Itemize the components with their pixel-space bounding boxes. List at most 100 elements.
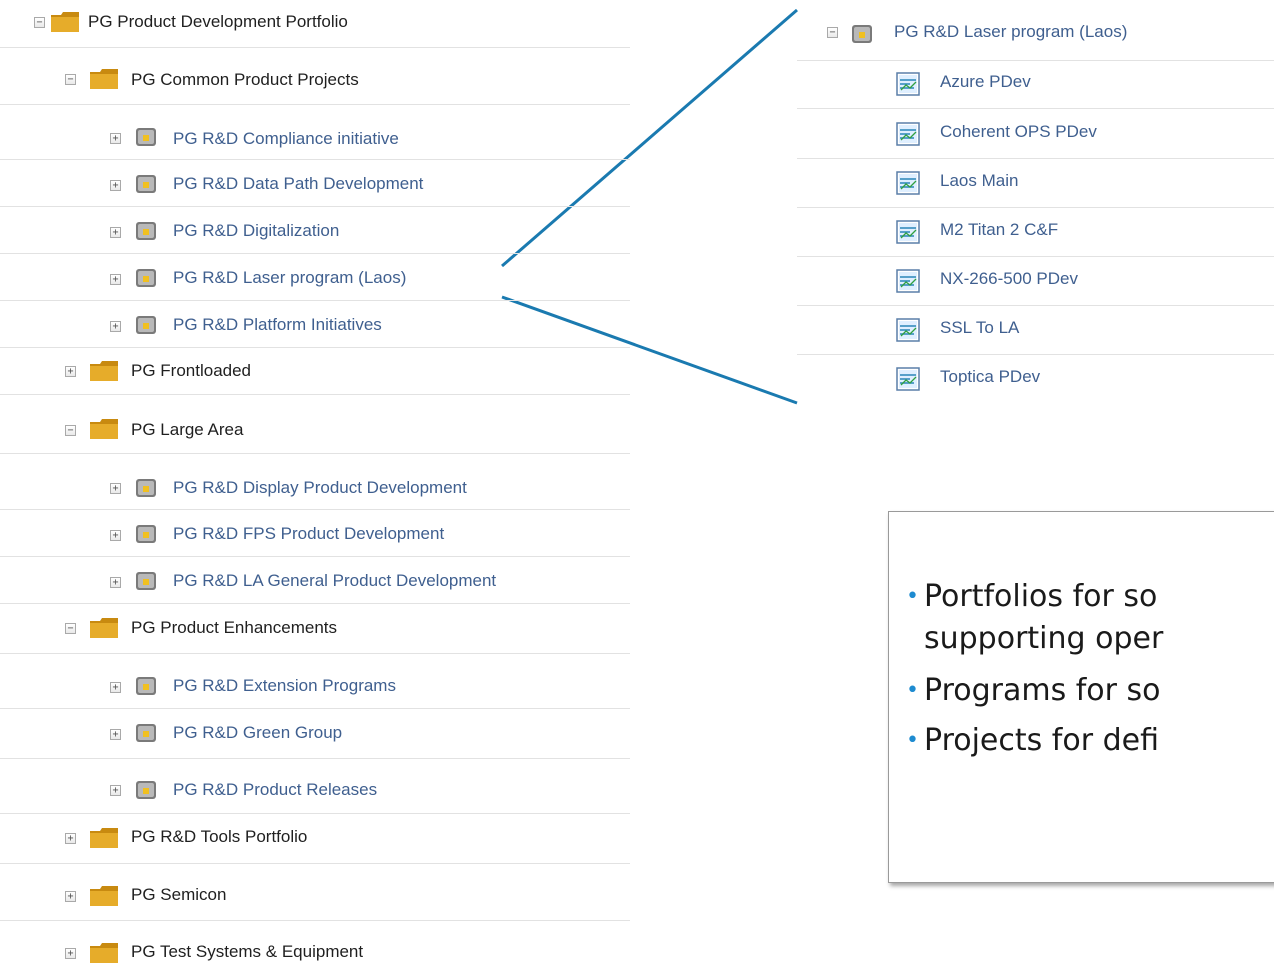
tree-row[interactable]: + PG R&D Display Product Development: [0, 465, 630, 510]
program-briefcase-icon: [136, 677, 156, 695]
bullet-dot-icon: •: [906, 678, 919, 703]
program-briefcase-icon: [852, 25, 872, 43]
tree-row[interactable]: + PG R&D Platform Initiatives: [0, 303, 630, 348]
tree-row[interactable]: + PG R&D Extension Programs: [0, 664, 630, 709]
project-label[interactable]: M2 Titan 2 C&F: [940, 220, 1058, 240]
project-row[interactable]: SSL To LA: [797, 306, 1274, 355]
project-label[interactable]: Azure PDev: [940, 72, 1031, 92]
project-label[interactable]: SSL To LA: [940, 318, 1019, 338]
project-plan-icon: [896, 367, 920, 391]
collapse-icon[interactable]: −: [65, 74, 76, 85]
portfolio-folder-icon: [90, 886, 118, 906]
collapse-icon[interactable]: −: [65, 623, 76, 634]
tree-row[interactable]: + PG R&D FPS Product Development: [0, 512, 630, 557]
tree-row[interactable]: + PG R&D Laser program (Laos): [0, 256, 630, 301]
callout-text: Projects for defi: [924, 723, 1159, 758]
portfolio-folder-icon: [90, 419, 118, 439]
tree-label[interactable]: PG Product Enhancements: [131, 618, 337, 638]
tree-label[interactable]: PG Product Development Portfolio: [88, 12, 348, 32]
expand-icon[interactable]: +: [110, 321, 121, 332]
tree-row[interactable]: − PG Common Product Projects: [0, 57, 630, 105]
tree-label[interactable]: PG R&D Green Group: [173, 723, 342, 743]
tree-row[interactable]: + PG R&D Product Releases: [0, 767, 630, 814]
expand-icon[interactable]: +: [110, 530, 121, 541]
program-briefcase-icon: [136, 781, 156, 799]
project-plan-icon: [896, 318, 920, 342]
program-briefcase-icon: [136, 175, 156, 193]
expand-icon[interactable]: +: [110, 180, 121, 191]
legend-callout: • Portfolios for so supporting oper • Prog…: [888, 511, 1274, 883]
project-row[interactable]: Azure PDev: [797, 60, 1274, 109]
program-briefcase-icon: [136, 222, 156, 240]
tree-row[interactable]: − PG Product Enhancements: [0, 606, 630, 654]
tree-label[interactable]: PG Frontloaded: [131, 361, 251, 381]
tree-row[interactable]: + PG R&D Compliance initiative: [0, 115, 630, 160]
collapse-icon[interactable]: −: [34, 17, 45, 28]
portfolio-folder-icon: [90, 618, 118, 638]
tree-label[interactable]: PG R&D Display Product Development: [173, 478, 467, 498]
expand-icon[interactable]: +: [110, 729, 121, 740]
expand-icon[interactable]: +: [110, 133, 121, 144]
callout-text: Portfolios for so: [924, 579, 1158, 614]
expand-icon[interactable]: +: [110, 785, 121, 796]
callout-bullet: • Programs for so: [906, 670, 1163, 712]
tree-label[interactable]: PG R&D Compliance initiative: [173, 129, 399, 149]
tree-row[interactable]: + PG R&D Green Group: [0, 711, 630, 759]
tree-row[interactable]: + PG Semicon: [0, 873, 630, 921]
tree-label[interactable]: PG R&D Laser program (Laos): [173, 268, 406, 288]
detail-program-row[interactable]: − PG R&D Laser program (Laos): [797, 10, 1274, 61]
tree-label[interactable]: PG R&D Product Releases: [173, 780, 377, 800]
tree-label[interactable]: PG R&D Data Path Development: [173, 174, 423, 194]
tree-label[interactable]: PG R&D LA General Product Development: [173, 571, 496, 591]
expand-icon[interactable]: +: [110, 682, 121, 693]
expand-icon[interactable]: +: [65, 833, 76, 844]
tree-row[interactable]: + PG R&D Digitalization: [0, 209, 630, 254]
tree-row[interactable]: + PG R&D Data Path Development: [0, 162, 630, 207]
project-label[interactable]: Coherent OPS PDev: [940, 122, 1097, 142]
expand-icon[interactable]: +: [110, 483, 121, 494]
expand-icon[interactable]: +: [65, 891, 76, 902]
tree-row[interactable]: + PG R&D LA General Product Development: [0, 559, 630, 604]
tree-row[interactable]: + PG R&D Tools Portfolio: [0, 816, 630, 864]
program-briefcase-icon: [136, 479, 156, 497]
expand-icon[interactable]: +: [110, 274, 121, 285]
callout-text: Programs for so: [924, 673, 1161, 708]
program-briefcase-icon: [136, 724, 156, 742]
tree-label[interactable]: PG R&D Platform Initiatives: [173, 315, 382, 335]
expand-icon[interactable]: +: [110, 227, 121, 238]
tree-label[interactable]: PG R&D Tools Portfolio: [131, 827, 307, 847]
callout-bullet-cont: supporting oper: [906, 618, 1163, 660]
project-label[interactable]: Toptica PDev: [940, 367, 1040, 387]
tree-label[interactable]: PG R&D FPS Product Development: [173, 524, 444, 544]
expand-icon[interactable]: +: [110, 577, 121, 588]
tree-label[interactable]: PG Large Area: [131, 420, 243, 440]
portfolio-folder-icon: [51, 12, 79, 32]
portfolio-folder-icon: [90, 69, 118, 89]
tree-row[interactable]: − PG Product Development Portfolio: [0, 0, 630, 48]
expand-icon[interactable]: +: [65, 948, 76, 959]
tree-row[interactable]: + PG Frontloaded: [0, 350, 630, 395]
project-label[interactable]: Laos Main: [940, 171, 1018, 191]
program-briefcase-icon: [136, 269, 156, 287]
tree-label[interactable]: PG Test Systems & Equipment: [131, 942, 363, 962]
collapse-icon[interactable]: −: [65, 425, 76, 436]
project-row[interactable]: Toptica PDev: [797, 355, 1274, 403]
project-plan-icon: [896, 220, 920, 244]
callout-bullet: • Portfolios for so: [906, 576, 1163, 618]
project-row[interactable]: Coherent OPS PDev: [797, 110, 1274, 159]
collapse-icon[interactable]: −: [827, 27, 838, 38]
project-row[interactable]: M2 Titan 2 C&F: [797, 208, 1274, 257]
project-label[interactable]: NX-266-500 PDev: [940, 269, 1078, 289]
project-row[interactable]: NX-266-500 PDev: [797, 257, 1274, 306]
tree-label[interactable]: PG R&D Digitalization: [173, 221, 339, 241]
program-briefcase-icon: [136, 572, 156, 590]
tree-label[interactable]: PG R&D Extension Programs: [173, 676, 396, 696]
expand-icon[interactable]: +: [65, 366, 76, 377]
program-briefcase-icon: [136, 128, 156, 146]
project-row[interactable]: Laos Main: [797, 159, 1274, 208]
detail-program-label[interactable]: PG R&D Laser program (Laos): [894, 22, 1127, 42]
tree-row[interactable]: − PG Large Area: [0, 406, 630, 454]
tree-label[interactable]: PG Semicon: [131, 885, 226, 905]
tree-label[interactable]: PG Common Product Projects: [131, 70, 359, 90]
tree-row[interactable]: + PG Test Systems & Equipment: [0, 930, 630, 965]
